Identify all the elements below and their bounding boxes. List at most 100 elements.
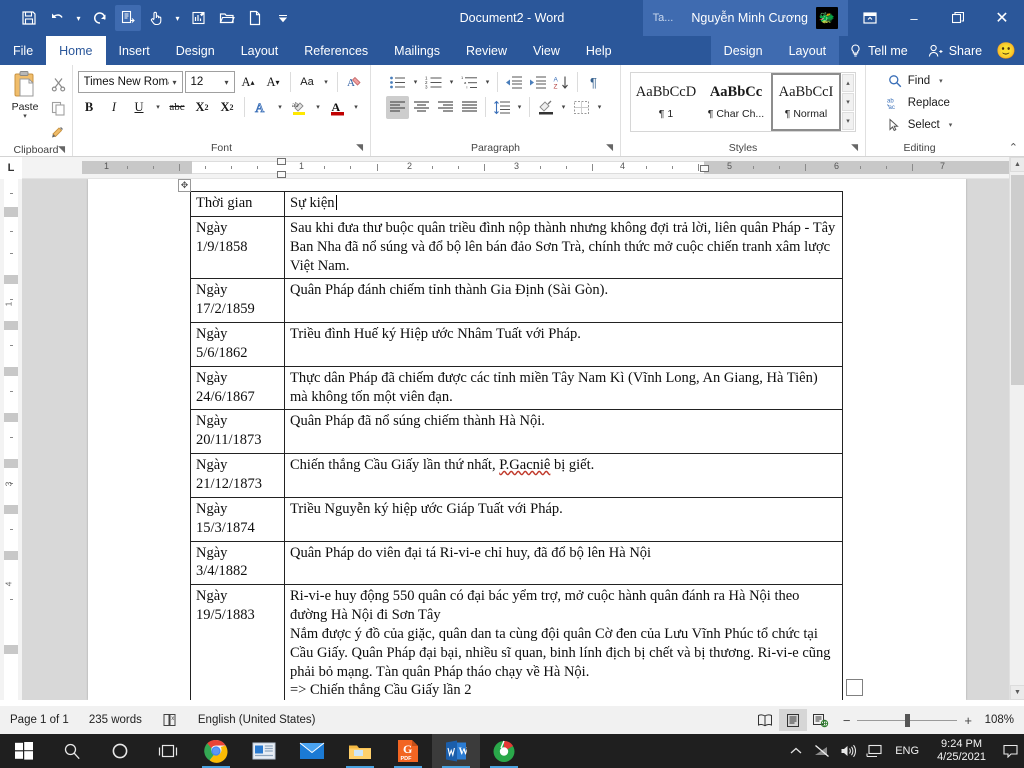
action-center-icon[interactable]: [996, 734, 1024, 768]
clock[interactable]: 9:24 PM 4/25/2021: [927, 738, 996, 764]
zoom-level[interactable]: 108%: [980, 714, 1024, 726]
cell-event[interactable]: Quân Pháp đã nổ súng chiếm thành Hà Nội.: [284, 409, 843, 455]
zoom-in-button[interactable]: +: [964, 713, 972, 728]
cell-time[interactable]: Ngày 24/6/1867: [190, 365, 285, 411]
cell-event[interactable]: Quân Pháp đánh chiếm tỉnh thành Gia Định…: [284, 278, 843, 324]
page-indicator[interactable]: Page 1 of 1: [0, 706, 79, 734]
tab-view[interactable]: View: [520, 36, 573, 65]
restore-button[interactable]: [936, 0, 980, 36]
select-chevron-down-icon[interactable]: ▾: [949, 121, 953, 129]
change-case-button[interactable]: Aa: [296, 71, 319, 94]
strikethrough-button[interactable]: abc: [166, 96, 189, 119]
new-document-icon[interactable]: [242, 5, 268, 31]
select-button[interactable]: Select ▾: [887, 114, 952, 136]
undo-icon[interactable]: [44, 5, 70, 31]
underline-button[interactable]: U: [128, 96, 151, 119]
close-button[interactable]: ✕: [980, 0, 1024, 36]
first-line-indent-marker[interactable]: [277, 157, 286, 165]
increase-indent-icon[interactable]: [526, 71, 549, 94]
find-chevron-down-icon[interactable]: ▾: [939, 77, 943, 85]
borders-chevron-down-icon[interactable]: ▾: [594, 96, 605, 119]
superscript-button[interactable]: X2: [216, 96, 239, 119]
print-layout-icon[interactable]: [778, 709, 807, 731]
numbering-icon[interactable]: 123: [422, 71, 445, 94]
tab-mailings[interactable]: Mailings: [381, 36, 453, 65]
underline-chevron-down-icon[interactable]: ▾: [153, 96, 164, 119]
font-size-input[interactable]: 12 ▾: [184, 71, 235, 93]
cell-time[interactable]: Ngày 5/6/1862: [190, 322, 285, 367]
vertical-scrollbar[interactable]: ▲ ▼: [1009, 157, 1024, 700]
shrink-font-button[interactable]: A ▾: [262, 71, 285, 94]
zoom-track[interactable]: [857, 713, 958, 727]
tab-design[interactable]: Design: [163, 36, 228, 65]
tab-home[interactable]: Home: [46, 36, 106, 65]
cut-icon[interactable]: [48, 74, 68, 94]
font-color-chevron-down-icon[interactable]: ▾: [351, 96, 362, 119]
web-layout-icon[interactable]: [807, 709, 835, 731]
start-icon[interactable]: [0, 734, 48, 768]
save-icon[interactable]: [16, 5, 42, 31]
mail-icon[interactable]: [288, 734, 336, 768]
tab-file[interactable]: File: [0, 36, 46, 65]
align-right-icon[interactable]: [434, 96, 457, 119]
table-row[interactable]: Ngày 20/11/1873 Quân Pháp đã nổ súng chi…: [190, 409, 843, 455]
cell-event[interactable]: Sau khi đưa thư buộc quân triều đình nộp…: [284, 215, 843, 280]
table-row[interactable]: Ngày 21/12/1873 Chiến thắng Cầu Giấy lần…: [190, 453, 843, 498]
feedback-smiley-icon[interactable]: 🙂: [992, 41, 1024, 61]
undo-dropdown-chevron-down-icon[interactable]: ▾: [72, 5, 85, 31]
tab-layout[interactable]: Layout: [228, 36, 292, 65]
proofing-errors-icon[interactable]: x: [152, 706, 188, 734]
table-row[interactable]: Ngày 1/9/1858 Sau khi đưa thư buộc quân …: [190, 215, 843, 280]
chrome-icon[interactable]: [192, 734, 240, 768]
replace-button[interactable]: ab ac Replace: [887, 92, 952, 114]
align-center-icon[interactable]: [410, 96, 433, 119]
find-button[interactable]: Find ▾: [887, 70, 952, 92]
change-case-chevron-down-icon[interactable]: ▾: [321, 71, 332, 94]
font-name-chevron-down-icon[interactable]: ▾: [169, 78, 179, 87]
ribbon-display-options-icon[interactable]: [848, 0, 892, 36]
minimize-button[interactable]: –: [892, 0, 936, 36]
cell-time[interactable]: Ngày 15/3/1874: [190, 496, 285, 542]
shading-icon[interactable]: [534, 96, 557, 119]
collapse-ribbon-icon[interactable]: ⌃: [1009, 141, 1018, 154]
volume-icon[interactable]: [835, 734, 861, 768]
table-row[interactable]: Ngày 24/6/1867 Thực dân Pháp đã chiếm đư…: [190, 365, 843, 411]
show-hidden-icons-chevron-up-icon[interactable]: [783, 734, 809, 768]
horizontal-ruler[interactable]: L 1 1 2 3 4 5 6 7: [0, 156, 1009, 179]
pdf-icon[interactable]: PDF G: [384, 734, 432, 768]
paste-button[interactable]: Paste ▾: [4, 70, 46, 142]
account-button[interactable]: Nguyễn Minh Cương 🐲: [683, 0, 848, 36]
table-row[interactable]: Ngày 17/2/1859 Quân Pháp đánh chiếm tỉnh…: [190, 278, 843, 324]
italic-button[interactable]: I: [103, 96, 126, 119]
language-indicator-tray[interactable]: ENG: [887, 745, 927, 757]
format-painter-icon[interactable]: [48, 122, 68, 142]
context-tab-chip[interactable]: Ta...: [642, 0, 684, 36]
cell-event[interactable]: Chiến thắng Cầu Giấy lần thứ nhất, P.Gac…: [284, 453, 843, 498]
document-canvas[interactable]: ✥ Thời gian Sự kiện Ngày 1/9/1858 Sau kh…: [22, 179, 1009, 700]
highlight-chevron-down-icon[interactable]: ▾: [313, 96, 324, 119]
copy-icon[interactable]: [48, 98, 68, 118]
text-effects-icon[interactable]: A: [250, 96, 273, 119]
styles-scroll-down-icon[interactable]: ▾: [842, 93, 854, 111]
font-dialog-launcher[interactable]: ◥: [356, 139, 363, 155]
header-cell-event[interactable]: Sự kiện: [284, 191, 843, 217]
zoom-slider[interactable]: − +: [835, 713, 980, 728]
grow-font-button[interactable]: A ▴: [237, 71, 260, 94]
cell-time[interactable]: Ngày 20/11/1873: [190, 409, 285, 455]
bullets-chevron-down-icon[interactable]: ▾: [410, 71, 421, 94]
cell-time[interactable]: Ngày 19/5/1883: [190, 584, 285, 700]
misspelled-word[interactable]: P.Gacniê: [499, 457, 550, 473]
shading-chevron-down-icon[interactable]: ▾: [558, 96, 569, 119]
numbering-chevron-down-icon[interactable]: ▾: [446, 71, 457, 94]
word-count[interactable]: 235 words: [79, 706, 152, 734]
scrollbar-thumb[interactable]: [1011, 175, 1024, 385]
search-icon[interactable]: [48, 734, 96, 768]
bullets-icon[interactable]: [386, 71, 409, 94]
tab-table-design[interactable]: Design: [710, 36, 776, 65]
table-row[interactable]: Ngày 19/5/1883 Ri-vi-e huy động 550 quân…: [190, 584, 843, 700]
multilevel-list-chevron-down-icon[interactable]: ▾: [482, 71, 493, 94]
news-icon[interactable]: [240, 734, 288, 768]
touch-mode-chevron-down-icon[interactable]: ▾: [171, 5, 184, 31]
tab-stop-selector[interactable]: L: [0, 156, 22, 179]
table-row[interactable]: Ngày 5/6/1862 Triều đình Huế ký Hiệp ước…: [190, 322, 843, 367]
